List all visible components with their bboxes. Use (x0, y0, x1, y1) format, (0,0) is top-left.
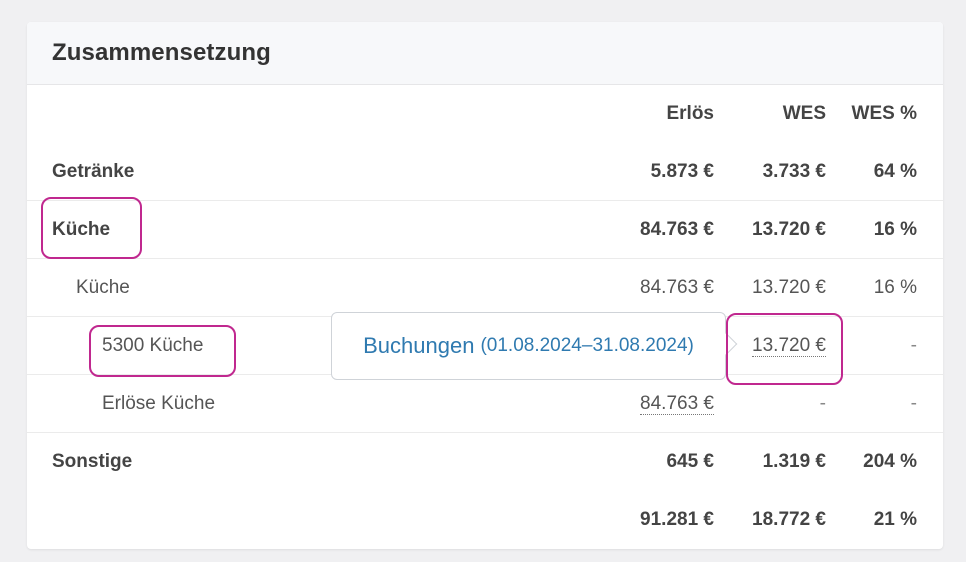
row-wes: 1.319 € (762, 451, 826, 472)
row-wes-pct: 64 % (873, 161, 917, 182)
row-erloes-cell: 84.763 € (640, 375, 714, 433)
row-wes: 13.720 € (752, 219, 826, 240)
wes-bookings-link[interactable]: 13.720 € (752, 335, 826, 357)
bookings-tooltip: Buchungen (01.08.2024–31.08.2024) (331, 312, 738, 380)
erloes-bookings-link[interactable]: 84.763 € (640, 393, 714, 415)
total-wes: 18.772 € (752, 509, 826, 530)
tooltip-date-range: (01.08.2024–31.08.2024) (480, 335, 694, 356)
total-erloes: 91.281 € (640, 509, 714, 530)
card-title: Zusammensetzung (52, 39, 271, 66)
row-wes-pct: 204 % (863, 451, 917, 472)
table-row-kueche[interactable]: Küche 84.763 € 13.720 € 16 % (27, 201, 943, 259)
column-header-row: Erlös WES WES % (27, 85, 943, 143)
table-row-erloese-kueche[interactable]: Erlöse Küche 84.763 € - - (27, 375, 943, 433)
column-header-wes: WES (782, 103, 826, 124)
row-wes-pct: 16 % (873, 219, 917, 240)
row-erloes: 84.763 € (640, 277, 714, 298)
table-row-getraenke[interactable]: Getränke 5.873 € 3.733 € 64 % (27, 143, 943, 201)
row-erloes: 645 € (666, 451, 714, 472)
row-wes: - (819, 393, 826, 414)
table-row-sonstige[interactable]: Sonstige 645 € 1.319 € 204 % (27, 433, 943, 491)
total-wes-pct: 21 % (873, 509, 917, 530)
row-wes: 3.733 € (762, 161, 826, 182)
row-label: Küche (52, 219, 111, 240)
row-wes-cell: 13.720 € (752, 317, 826, 375)
row-erloes: 84.763 € (640, 219, 714, 240)
row-label: Sonstige (52, 451, 133, 472)
composition-card: Zusammensetzung Erlös WES WES % Getränke… (27, 22, 943, 549)
row-wes-pct: - (910, 335, 917, 356)
row-erloes: 5.873 € (650, 161, 714, 182)
column-header-erloes: Erlös (666, 103, 714, 124)
table-row-kueche-sub[interactable]: Küche 84.763 € 13.720 € 16 % (27, 259, 943, 317)
row-label: Getränke (52, 161, 135, 182)
table-row-total: 91.281 € 18.772 € 21 % (27, 491, 943, 549)
row-wes-pct: - (910, 393, 917, 414)
card-header: Zusammensetzung (27, 22, 943, 85)
row-label: 5300 Küche (102, 335, 204, 356)
tooltip-title: Buchungen (363, 333, 475, 358)
column-header-wes-pct: WES % (851, 103, 917, 124)
row-wes: 13.720 € (752, 277, 826, 298)
row-wes-pct: 16 % (873, 277, 917, 298)
row-label: Küche (76, 277, 130, 298)
row-label: Erlöse Küche (102, 393, 216, 414)
